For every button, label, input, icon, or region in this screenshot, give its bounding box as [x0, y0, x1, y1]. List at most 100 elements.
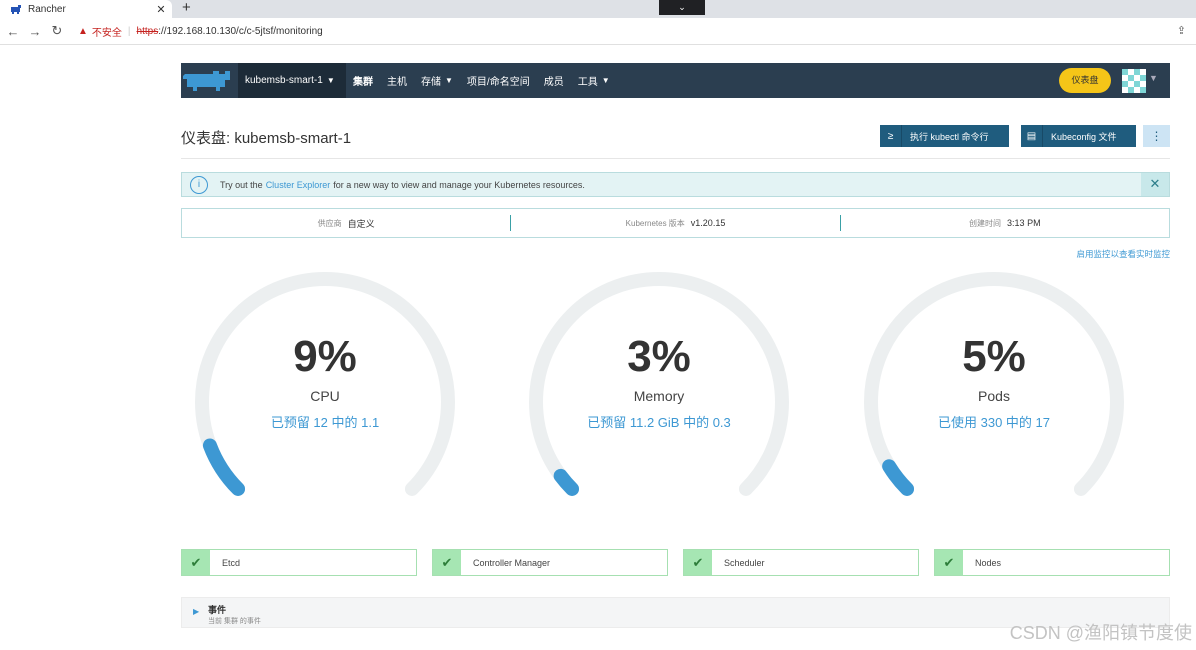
component-status-controller-manager: ✔ Controller Manager: [432, 549, 668, 576]
enable-monitoring-link[interactable]: 启用监控以查看实时监控: [1076, 248, 1170, 260]
close-icon[interactable]: ✕: [1141, 173, 1169, 196]
nav-label: 主机: [387, 77, 407, 88]
gauge-detail: 已预留 12 中的 1.1: [270, 415, 380, 430]
nav-label: 项目/命名空间: [466, 77, 530, 88]
memory-gauge: 3% Memory 已预留 11.2 GiB 中的 0.3: [524, 270, 794, 500]
browser-tab[interactable]: Rancher ✕: [0, 0, 172, 18]
url-field[interactable]: ▲ 不安全 | https ://192.168.10.130/c/c-5jts…: [78, 24, 323, 39]
gauge-detail: 已使用 330 中的 17: [938, 415, 1050, 430]
gauge-track: [529, 272, 789, 496]
tab-close-icon[interactable]: ✕: [154, 3, 168, 16]
reload-icon[interactable]: ↻: [46, 23, 68, 39]
events-title: 事件: [208, 605, 227, 615]
nav-label: 存储: [421, 77, 441, 88]
check-icon: ✔: [182, 550, 210, 575]
forward-icon[interactable]: →: [24, 24, 46, 39]
banner-prefix: Try out the: [220, 179, 263, 190]
share-icon[interactable]: ⇪: [1177, 24, 1186, 37]
k8s-version-label: Kubernetes 版本: [625, 218, 685, 228]
chevron-down-icon: ▼: [445, 76, 453, 85]
gauge-label: Memory: [633, 388, 685, 404]
watermark: CSDN @渔阳镇节度使: [1009, 623, 1192, 643]
top-nav: 集群 主机 存储 ▼ 项目/命名空间 成员 工具 ▼: [353, 63, 624, 98]
url-separator: |: [127, 25, 131, 37]
check-icon: ✔: [433, 550, 461, 575]
chevron-down-icon: ▼: [326, 76, 335, 85]
gauge-arc: [864, 272, 1124, 496]
nav-nodes[interactable]: 主机: [387, 73, 407, 88]
provider-label: 供应商: [317, 218, 342, 228]
gauge-track: [864, 272, 1124, 496]
rancher-logo-icon[interactable]: [181, 63, 238, 98]
file-icon: ▤: [1021, 125, 1043, 147]
gauge-fill: [202, 438, 246, 496]
cpu-gauge: 9% CPU 已预留 12 中的 1.1: [190, 270, 460, 500]
k8s-version-cell: Kubernetes 版本 v1.20.15: [511, 218, 839, 229]
tab-search-button[interactable]: ⌄: [659, 0, 705, 15]
address-bar: ← → ↻ ▲ 不安全 | https ://192.168.10.130/c/…: [0, 18, 1196, 45]
component-label: Controller Manager: [473, 557, 551, 568]
avatar[interactable]: [1122, 69, 1146, 93]
gauge-percent: 9%: [293, 332, 357, 381]
gauge-track: [195, 272, 455, 496]
url-text: ://192.168.10.130/c/c-5jtsf/monitoring: [158, 25, 323, 37]
check-icon: ✔: [684, 550, 712, 575]
gauge-percent: 3%: [627, 332, 691, 381]
url-scheme: https: [136, 25, 159, 37]
created-label: 创建时间: [969, 218, 1002, 228]
kebab-icon: ⋮: [1150, 129, 1163, 143]
cluster-explorer-link[interactable]: Cluster Explorer: [266, 180, 331, 190]
kubeconfig-button[interactable]: ▤ Kubeconfig 文件: [1021, 125, 1136, 147]
dashboard-button[interactable]: 仪表盘: [1059, 68, 1111, 93]
back-icon[interactable]: ←: [2, 24, 24, 39]
gauge-label: CPU: [310, 388, 340, 404]
nav-label: 工具: [577, 77, 598, 88]
tab-title: Rancher: [28, 3, 66, 15]
component-label: Nodes: [975, 557, 1002, 568]
banner-suffix: for a new way to view and manage your Ku…: [333, 179, 585, 190]
chevron-down-icon[interactable]: ▼: [1149, 73, 1158, 83]
gauge-fill: [882, 459, 915, 496]
page-title: 仪表盘: kubemsb-smart-1: [181, 130, 352, 147]
nav-members[interactable]: 成员: [544, 73, 564, 88]
nav-tools[interactable]: 工具 ▼: [578, 73, 610, 88]
more-actions-button[interactable]: ⋮: [1143, 125, 1170, 147]
info-icon: i: [190, 175, 208, 194]
insecure-label: 不安全: [91, 27, 122, 39]
warning-icon: ▲: [78, 25, 88, 37]
new-tab-button[interactable]: +: [182, 0, 191, 16]
chevron-down-icon: ▼: [601, 76, 610, 85]
created-cell: 创建时间 3:13 PM: [841, 218, 1169, 229]
cluster-info-bar: 供应商 自定义 Kubernetes 版本 v1.20.15 创建时间 3:13…: [181, 208, 1170, 238]
gauge-fill: [553, 468, 580, 496]
rancher-header: kubemsb-smart-1 ▼ 集群 主机 存储 ▼ 项目/命名空间 成员 工…: [181, 63, 1170, 98]
gauge-label: Pods: [978, 388, 1010, 404]
gauge-percent: 5%: [962, 332, 1026, 381]
kubectl-shell-label: 执行 kubectl 命令行: [910, 131, 989, 142]
component-status-nodes: ✔ Nodes: [934, 549, 1170, 576]
provider-cell: 供应商 自定义: [182, 217, 510, 230]
nav-label: 成员: [543, 77, 564, 88]
gauge-arc: [195, 272, 455, 496]
events-subtitle: 当前 集群 的事件: [208, 618, 261, 625]
cluster-switcher-label: kubemsb-smart-1: [245, 75, 323, 86]
expand-triangle-icon[interactable]: ▶: [193, 607, 199, 616]
browser-tabstrip: Rancher ✕ + ⌄: [0, 0, 1196, 18]
nav-storage[interactable]: 存储 ▼: [421, 73, 453, 88]
created-value: 3:13 PM: [1007, 218, 1041, 228]
kubectl-shell-button[interactable]: ≥ 执行 kubectl 命令行: [880, 125, 1009, 147]
kubeconfig-label: Kubeconfig 文件: [1051, 131, 1117, 142]
nav-projects[interactable]: 项目/命名空间: [467, 73, 530, 88]
cluster-explorer-banner: i Try out the Cluster Explorer for a new…: [181, 172, 1170, 197]
terminal-icon: ≥: [880, 125, 902, 147]
check-icon: ✔: [935, 550, 963, 575]
divider: [181, 158, 1170, 159]
k8s-version-value: v1.20.15: [690, 218, 726, 228]
component-status-scheduler: ✔ Scheduler: [683, 549, 919, 576]
cluster-switcher[interactable]: kubemsb-smart-1 ▼: [238, 63, 346, 98]
nav-label: 集群: [353, 77, 373, 88]
component-label: Etcd: [222, 557, 241, 568]
pods-gauge: 5% Pods 已使用 330 中的 17: [859, 270, 1129, 500]
gauge-arc: [529, 272, 789, 496]
nav-cluster[interactable]: 集群: [353, 73, 373, 88]
